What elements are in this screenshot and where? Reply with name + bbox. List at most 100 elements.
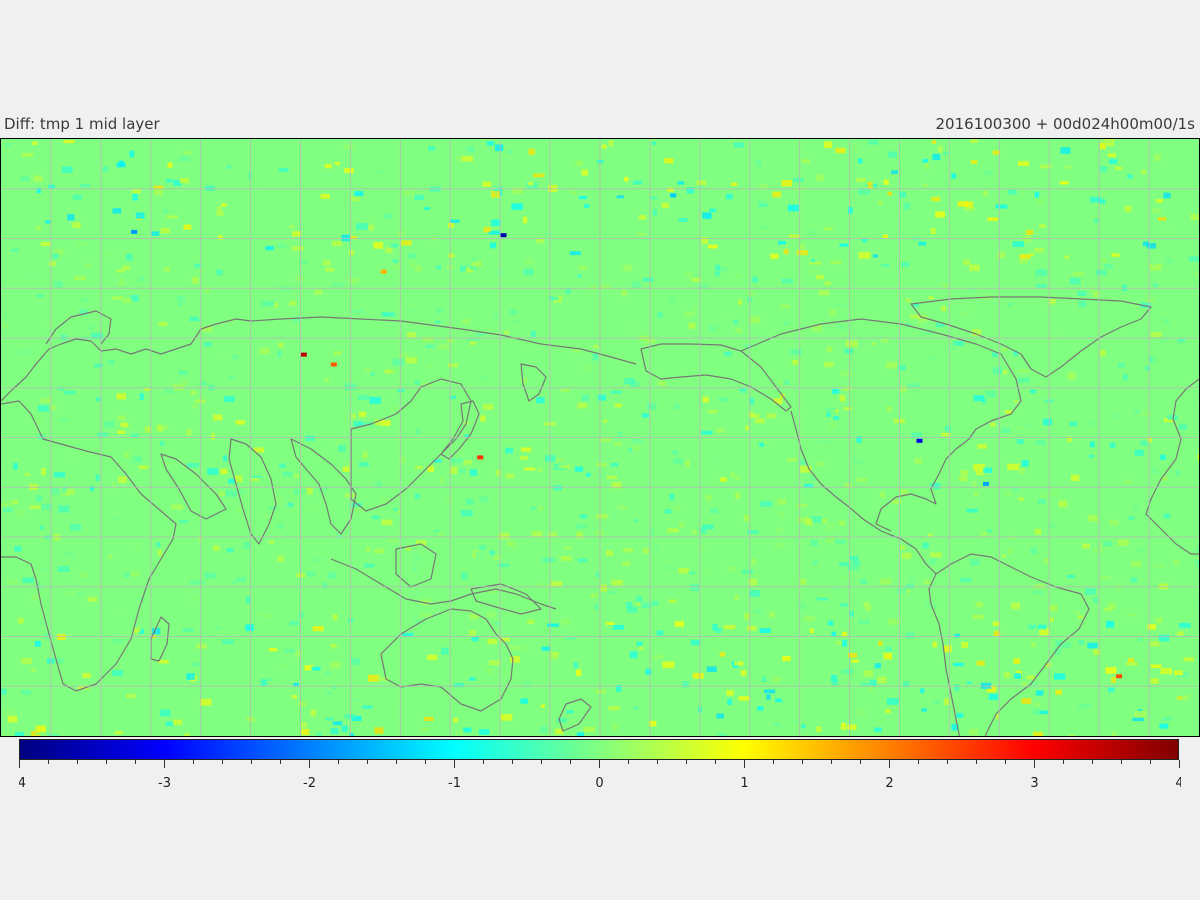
anomaly-speckle <box>763 233 771 239</box>
anomaly-speckle <box>435 532 445 537</box>
anomaly-cell <box>500 233 507 238</box>
anomaly-speckle <box>289 620 299 626</box>
anomaly-speckle <box>1019 467 1025 475</box>
anomaly-speckle <box>921 708 927 712</box>
anomaly-speckle <box>51 488 60 495</box>
anomaly-speckle <box>988 693 999 700</box>
anomaly-speckle <box>782 656 791 662</box>
anomaly-speckle <box>191 276 199 284</box>
anomaly-speckle <box>584 306 590 313</box>
anomaly-speckle <box>1026 675 1036 680</box>
anomaly-speckle <box>129 458 137 466</box>
anomaly-speckle <box>12 462 18 470</box>
anomaly-speckle <box>657 311 663 319</box>
anomaly-speckle <box>277 351 282 358</box>
anomaly-speckle <box>1060 147 1071 154</box>
anomaly-speckle <box>1054 673 1066 680</box>
anomaly-speckle <box>827 620 834 626</box>
anomaly-speckle <box>929 354 936 361</box>
anomaly-speckle <box>166 215 179 219</box>
anomaly-cell <box>916 438 923 443</box>
anomaly-speckle <box>719 652 726 657</box>
anomaly-speckle <box>187 463 199 468</box>
anomaly-speckle <box>853 146 858 152</box>
anomaly-speckle <box>579 265 587 270</box>
anomaly-speckle <box>518 645 530 652</box>
anomaly-speckle <box>414 194 424 200</box>
anomaly-speckle <box>701 430 713 435</box>
anomaly-speckle <box>1034 702 1041 706</box>
anomaly-speckle <box>374 548 385 554</box>
anomaly-speckle <box>858 252 871 259</box>
anomaly-speckle <box>734 661 744 666</box>
anomaly-speckle <box>1145 297 1155 303</box>
anomaly-speckle <box>709 508 719 514</box>
anomaly-speckle <box>1035 439 1046 446</box>
anomaly-speckle <box>406 332 416 338</box>
anomaly-speckle <box>458 468 466 474</box>
anomaly-speckle <box>749 590 760 597</box>
anomaly-speckle <box>888 618 900 625</box>
anomaly-speckle <box>1003 672 1011 679</box>
coastline-madagascar <box>150 616 170 662</box>
anomaly-speckle <box>773 398 783 404</box>
anomaly-speckle <box>298 612 305 618</box>
anomaly-speckle <box>662 661 675 669</box>
anomaly-speckle <box>391 367 399 373</box>
anomaly-speckle <box>229 376 234 381</box>
anomaly-speckle <box>836 640 841 645</box>
anomaly-speckle <box>48 184 55 189</box>
anomaly-speckle <box>537 468 543 472</box>
anomaly-speckle <box>708 325 718 332</box>
anomaly-speckle <box>824 141 832 148</box>
anomaly-speckle <box>616 195 624 199</box>
anomaly-speckle <box>1175 470 1181 476</box>
anomaly-speckle <box>550 581 563 587</box>
anomaly-speckle <box>924 162 929 169</box>
anomaly-speckle <box>966 509 975 513</box>
anomaly-speckle <box>184 733 190 736</box>
anomaly-speckle <box>167 162 173 168</box>
anomaly-speckle <box>533 173 545 178</box>
anomaly-speckle <box>312 557 324 562</box>
anomaly-speckle <box>758 199 769 205</box>
anomaly-speckle <box>182 379 187 386</box>
anomaly-speckle <box>1021 698 1032 704</box>
anomaly-speckle <box>207 468 219 475</box>
anomaly-speckle <box>216 210 224 216</box>
anomaly-speckle <box>845 340 858 347</box>
anomaly-speckle <box>667 528 679 533</box>
anomaly-speckle <box>164 530 171 534</box>
anomaly-speckle <box>751 573 761 579</box>
anomaly-speckle <box>815 461 825 466</box>
anomaly-speckle <box>36 419 42 424</box>
anomaly-speckle <box>211 433 216 440</box>
anomaly-speckle <box>1150 332 1162 338</box>
anomaly-speckle <box>744 612 750 620</box>
anomaly-speckle <box>47 733 59 736</box>
anomaly-speckle <box>339 415 351 421</box>
anomaly-speckle <box>727 699 733 705</box>
anomaly-speckle <box>1160 454 1166 460</box>
coastline-central-america <box>848 506 937 575</box>
anomaly-speckle <box>668 599 677 604</box>
anomaly-speckle <box>1011 602 1021 610</box>
anomaly-speckle <box>1078 188 1087 196</box>
anomaly-speckle <box>126 253 133 261</box>
anomaly-speckle <box>530 330 536 337</box>
anomaly-speckle <box>842 386 852 392</box>
anomaly-speckle <box>878 640 883 646</box>
anomaly-speckle <box>1014 673 1021 679</box>
anomaly-speckle <box>1176 631 1184 636</box>
anomaly-speckle <box>530 506 537 511</box>
anomaly-speckle <box>707 244 718 249</box>
anomaly-speckle <box>759 628 771 633</box>
anomaly-speckle <box>189 316 199 322</box>
anomaly-speckle <box>577 402 588 409</box>
anomaly-speckle <box>920 566 925 571</box>
anomaly-speckle <box>835 147 846 154</box>
anomaly-speckle <box>933 699 941 705</box>
anomaly-speckle <box>301 728 310 736</box>
map-panel[interactable] <box>0 138 1200 737</box>
anomaly-speckle <box>1123 374 1128 381</box>
